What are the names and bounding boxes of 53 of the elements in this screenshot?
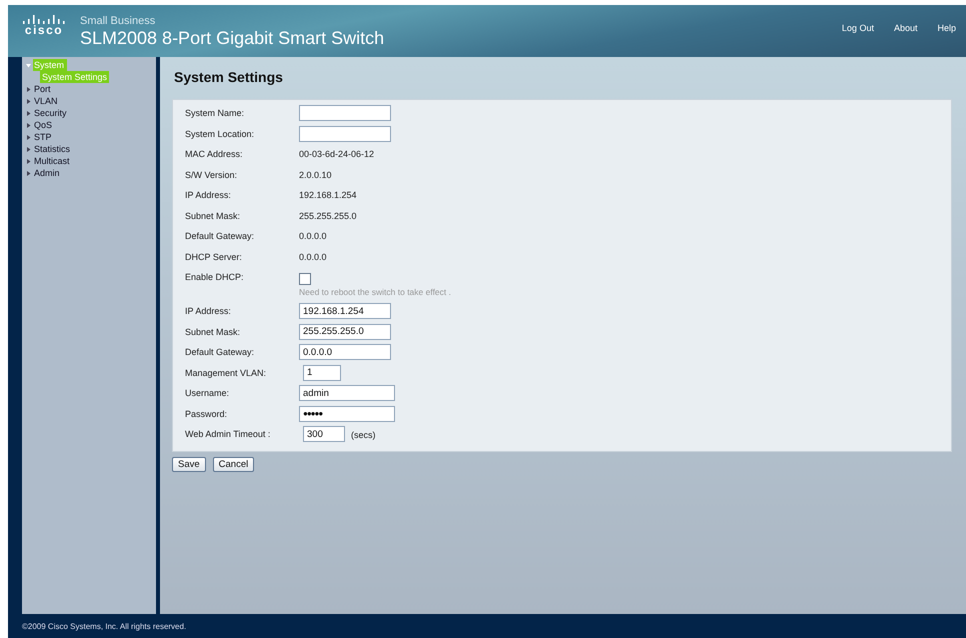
field-label: DHCP Server: [185,250,243,262]
nav-item[interactable]: Multicast [33,155,73,167]
field-value: 00-03-6d-24-06-12 [299,148,374,159]
brand-text: Small Business [80,15,156,27]
nav-item[interactable]: VLAN [33,95,61,107]
save-button[interactable]: Save [172,456,206,472]
header-link[interactable]: Help [937,23,956,33]
input-field[interactable] [299,126,391,142]
field-label: Management VLAN: [185,366,268,378]
nav-item[interactable]: STP [33,131,55,143]
field-label: Password: [185,408,228,418]
field-value: 255.255.255.0 [299,210,357,220]
header-link[interactable]: Log Out [842,23,874,33]
nav-item[interactable]: Admin [33,167,63,179]
input-field[interactable]: admin [299,385,395,401]
field-label: System Location: [185,128,256,138]
field-label: System Name: [185,107,246,118]
password-field[interactable]: ●●●●● [299,406,395,422]
nav-item[interactable]: Security [33,107,70,119]
field-value: 0.0.0.0 [299,230,327,241]
field-label: Subnet Mask: [185,210,242,220]
field-label: Default Gateway: [185,230,256,241]
input-field[interactable] [299,105,391,121]
cancel-button[interactable]: Cancel [212,456,254,472]
field-label: Subnet Mask: [185,326,242,336]
input-field[interactable]: 0.0.0.0 [299,344,391,360]
unit-label: (secs) [351,430,376,440]
field-label: Default Gateway: [185,346,256,357]
copyright-text: ©2009 Cisco Systems, Inc. All rights reserved. [22,622,186,630]
field-label: Web Admin Timeout : [185,428,272,439]
field-label: S/W Version: [185,168,238,180]
field-label: Username: [185,387,230,398]
field-label: Enable DHCP: [185,271,245,282]
hint-text: Need to reboot the switch to take effect . [299,287,451,297]
input-field[interactable]: 1 [303,364,341,380]
page-title: System Settings [174,69,284,85]
field-label: IP Address: [185,305,232,316]
input-field[interactable]: 300 [303,426,345,442]
logo-text: cisco [24,24,64,37]
field-value: 192.168.1.254 [299,189,357,200]
checkbox[interactable] [299,273,311,285]
nav-item[interactable]: Statistics [33,143,74,155]
nav-item[interactable]: Port [33,83,54,95]
header-link[interactable]: About [894,23,918,33]
input-field[interactable]: 255.255.255.0 [299,324,391,340]
input-field[interactable]: 192.168.1.254 [299,303,391,319]
field-label: MAC Address: [185,148,244,159]
nav-item[interactable]: QoS [33,119,56,131]
product-title: SLM2008 8-Port Gigabit Smart Switch [80,27,386,49]
logo-bars-icon [22,15,66,24]
field-value: 2.0.0.10 [299,168,332,180]
field-value: 0.0.0.0 [299,250,327,262]
field-label: IP Address: [185,189,232,200]
